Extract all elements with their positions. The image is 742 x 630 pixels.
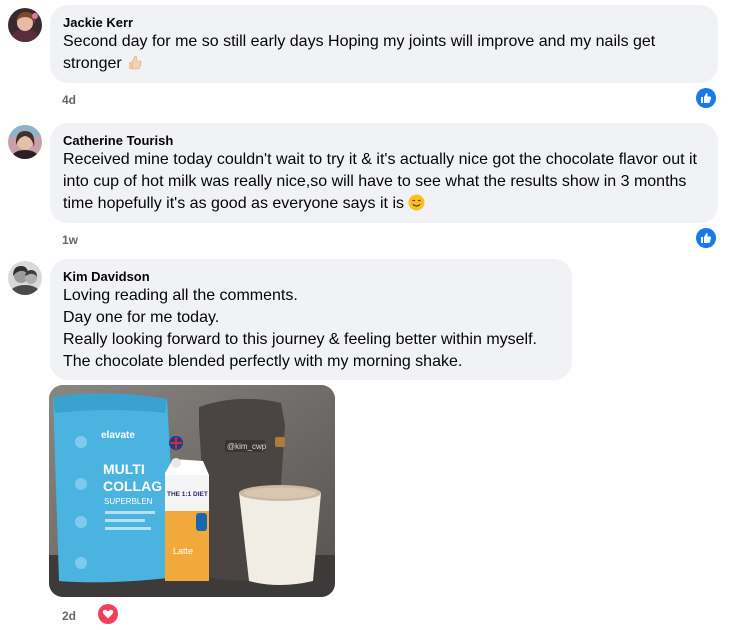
avatar-catherine-tourish[interactable] bbox=[8, 125, 42, 159]
comment-photo[interactable]: @kim_cwp elavate MULTI COLLAG SUPERBLEN … bbox=[49, 385, 335, 597]
bag-subtitle: SUPERBLEN bbox=[104, 497, 153, 506]
comment-author[interactable]: Kim Davidson bbox=[63, 268, 559, 285]
comment-bubble: Kim Davidson Loving reading all the comm… bbox=[50, 259, 572, 380]
heart-reaction-icon[interactable] bbox=[98, 604, 118, 624]
comment-timestamp[interactable]: 4d bbox=[62, 93, 76, 107]
comment-text-line: Loving reading all the comments. bbox=[63, 287, 298, 304]
thumbs-up-emoji-icon bbox=[126, 54, 143, 78]
carton-brand: THE 1:1 DIET bbox=[167, 491, 208, 498]
like-reaction-icon[interactable] bbox=[696, 228, 716, 248]
comment-text: Received mine today couldn't wait to try… bbox=[63, 149, 705, 218]
avatar-jackie-kerr[interactable] bbox=[8, 8, 42, 42]
comment-timestamp[interactable]: 2d bbox=[62, 609, 76, 623]
smiling-face-emoji-icon bbox=[408, 194, 425, 218]
comment-author[interactable]: Catherine Tourish bbox=[63, 132, 705, 149]
comment-timestamp[interactable]: 1w bbox=[62, 233, 78, 247]
avatar-kim-davidson[interactable] bbox=[8, 261, 42, 295]
bag-title-line-2: COLLAG bbox=[103, 478, 162, 494]
comment-bubble: Jackie Kerr Second day for me so still e… bbox=[50, 5, 718, 83]
bag-title-line-1: MULTI bbox=[103, 461, 145, 477]
like-reaction-icon[interactable] bbox=[696, 88, 716, 108]
comment-text-line: Day one for me today. bbox=[63, 309, 220, 326]
photo-watermark: @kim_cwp bbox=[227, 442, 267, 451]
bag-brand: elavate bbox=[101, 430, 135, 441]
comment-bubble: Catherine Tourish Received mine today co… bbox=[50, 123, 718, 223]
comment-text-line: Really looking forward to this journey &… bbox=[63, 331, 537, 348]
comment-text-line: The chocolate blended perfectly with my … bbox=[63, 353, 463, 370]
comment-text: Second day for me so still early days Ho… bbox=[63, 31, 705, 78]
comment-author[interactable]: Jackie Kerr bbox=[63, 14, 705, 31]
carton-flavor: Latte bbox=[173, 546, 193, 556]
